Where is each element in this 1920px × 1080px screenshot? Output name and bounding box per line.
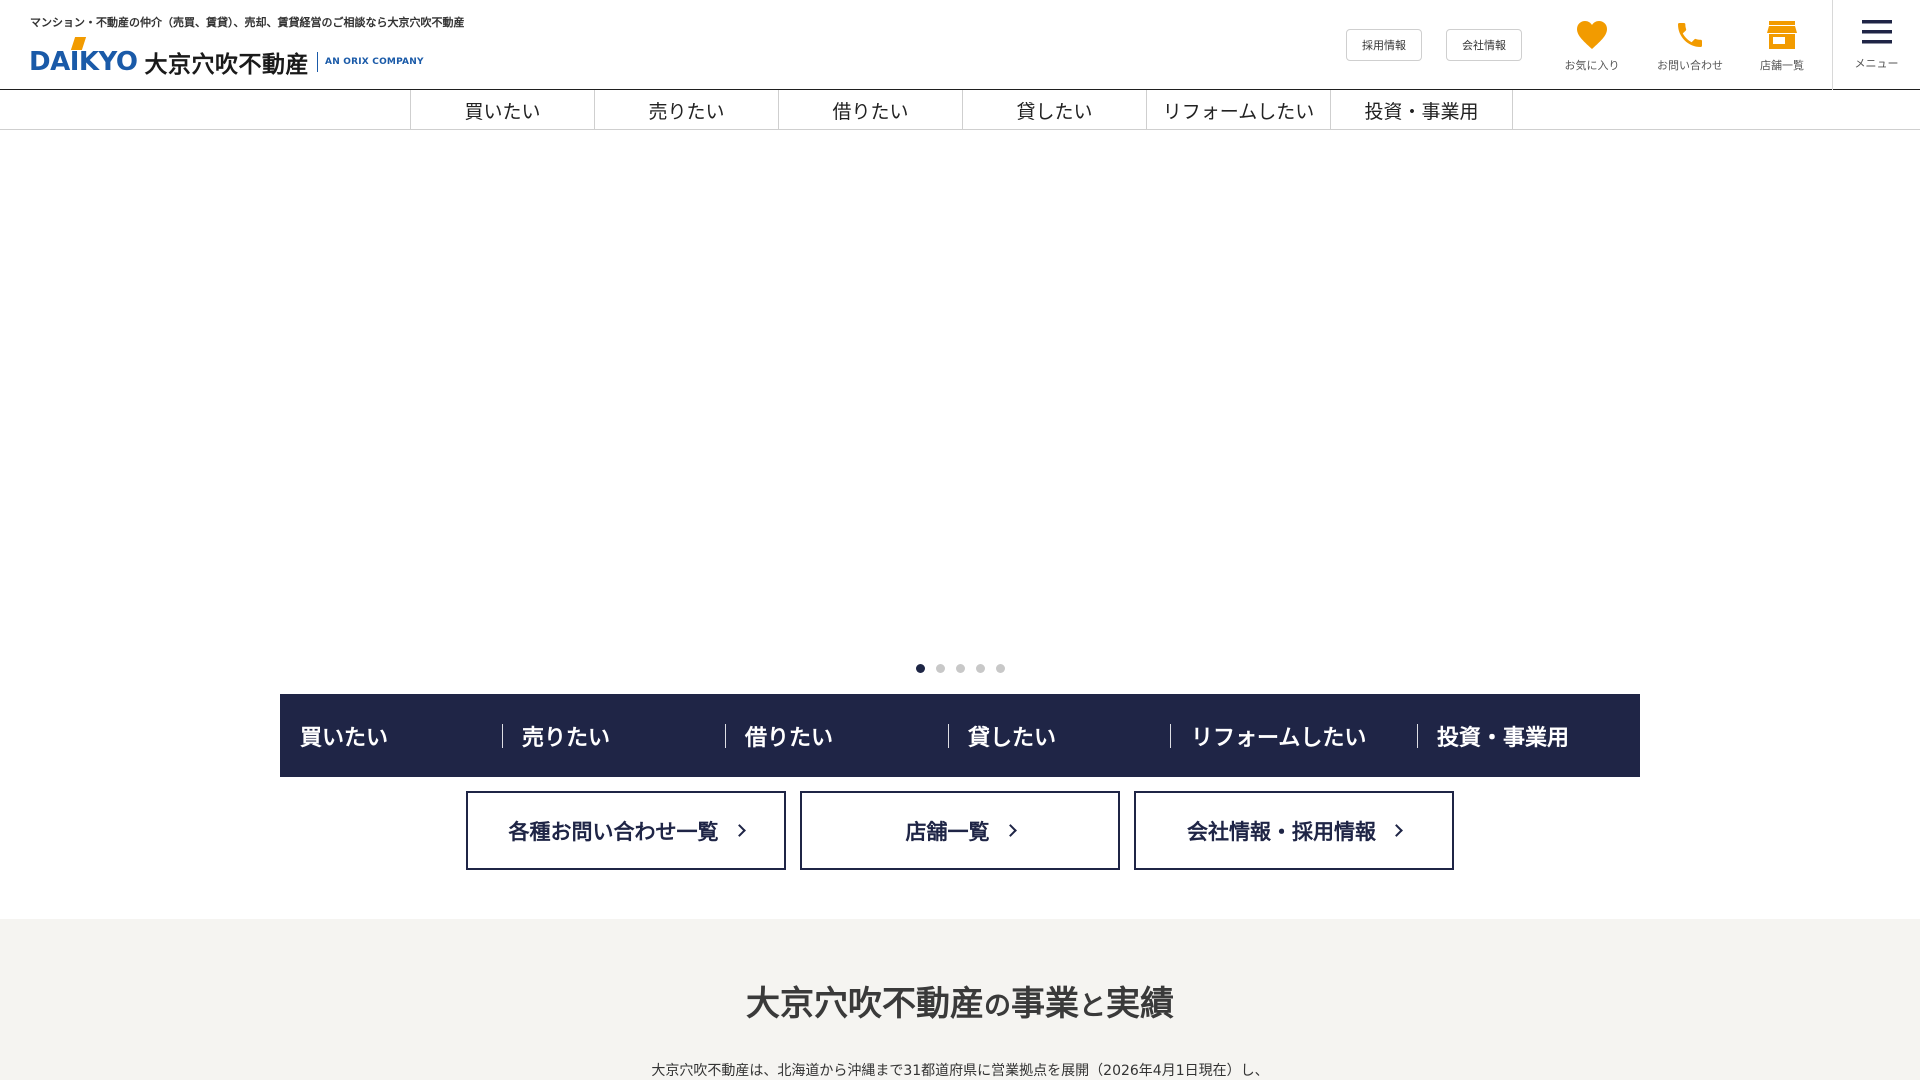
slider-dot[interactable] [975,664,985,673]
category-divider [725,724,726,748]
phone-icon [1673,18,1707,52]
store-icon [1765,18,1799,52]
business-title-connector: と [1079,991,1106,1022]
slider-dot[interactable] [995,664,1005,673]
topnav-item-investment[interactable]: 投資・事業用 [1330,90,1513,130]
contact-label: お問い合わせ [1657,59,1723,72]
chevron-right-icon [1390,824,1403,837]
business-title-part: 事業 [1011,984,1079,1024]
stores-link[interactable]: 店舗一覧 [1742,18,1822,78]
hero-slider[interactable] [0,131,1920,651]
company-recruit-label: 会社情報・採用情報 [1187,819,1376,844]
menu-label: メニュー [1854,57,1899,70]
store-list-label: 店舗一覧 [905,819,990,844]
category-item-sell[interactable]: 売りたい [522,694,610,777]
stores-label: 店舗一覧 [1760,59,1804,72]
site-tagline: マンション・不動産の仲介（売買、賃貸）、売却、賃貸経営のご相談なら大京穴吹不動産 [30,16,465,29]
recruit-info-button[interactable]: 採用情報 [1346,29,1422,61]
category-item-buy[interactable]: 買いたい [300,694,388,777]
favorites-link[interactable]: お気に入り [1552,18,1632,78]
site-logo[interactable]: DAIKYO 大京穴吹不動産 AN ORIX COMPANY [29,37,424,79]
slider-dot[interactable] [935,664,945,673]
site-header: マンション・不動産の仲介（売買、賃貸）、売却、賃貸経営のご相談なら大京穴吹不動産… [0,0,1920,90]
logo-mark: DAIKYO [29,37,138,77]
business-title-part: 実績 [1106,984,1174,1024]
company-recruit-button[interactable]: 会社情報・採用情報 [1134,791,1454,870]
chevron-right-icon [732,824,746,837]
business-section-title: 大京穴吹不動産の事業と実績 [0,976,1920,1025]
slider-dot[interactable] [915,664,925,673]
category-item-rent[interactable]: 借りたい [745,694,833,777]
menu-button[interactable]: メニュー [1832,0,1920,90]
category-item-reform[interactable]: リフォームしたい [1191,694,1366,777]
store-list-button[interactable]: 店舗一覧 [800,791,1120,870]
category-divider [1417,724,1418,748]
logo-company-name: 大京穴吹不動産 [144,52,310,78]
favorites-label: お気に入り [1564,59,1620,72]
category-item-lease[interactable]: 貸したい [968,694,1056,777]
category-item-investment[interactable]: 投資・事業用 [1437,694,1569,777]
contact-link[interactable]: お問い合わせ [1650,18,1730,78]
topnav-item-rent[interactable]: 借りたい [778,90,962,130]
category-bar: 買いたい 売りたい 借りたい 貸したい リフォームしたい 投資・事業用 [280,694,1640,777]
top-category-nav: 買いたい 売りたい 借りたい 貸したい リフォームしたい 投資・事業用 [0,90,1920,130]
logo-orix-text: AN ORIX COMPANY [325,57,424,67]
logo-mark-text: DAIKYO [29,47,138,77]
contact-list-button[interactable]: 各種お問い合わせ一覧 [466,791,786,870]
logo-separator [317,52,319,72]
topnav-item-lease[interactable]: 貸したい [962,90,1146,130]
slider-pagination [0,664,1920,673]
topnav-item-reform[interactable]: リフォームしたい [1146,90,1330,130]
category-divider [502,724,503,748]
business-section: 大京穴吹不動産の事業と実績 大京穴吹不動産は、北海道から沖縄まで31都道府県に営… [0,919,1920,1080]
chevron-right-icon [1003,824,1017,837]
business-title-main: 大京穴吹不動産 [746,984,984,1024]
hamburger-icon [1861,19,1892,49]
category-divider [1170,724,1171,748]
heart-icon [1575,18,1609,52]
category-divider [948,724,949,748]
topnav-item-buy[interactable]: 買いたい [410,90,594,130]
contact-list-label: 各種お問い合わせ一覧 [508,819,719,844]
slider-dot[interactable] [955,664,965,673]
business-section-text: 大京穴吹不動産は、北海道から沖縄まで31都道府県に営業拠点を展開（2026年4月… [651,1063,1269,1079]
business-title-connector: の [984,991,1011,1022]
company-info-button[interactable]: 会社情報 [1446,29,1522,61]
topnav-item-sell[interactable]: 売りたい [594,90,778,130]
